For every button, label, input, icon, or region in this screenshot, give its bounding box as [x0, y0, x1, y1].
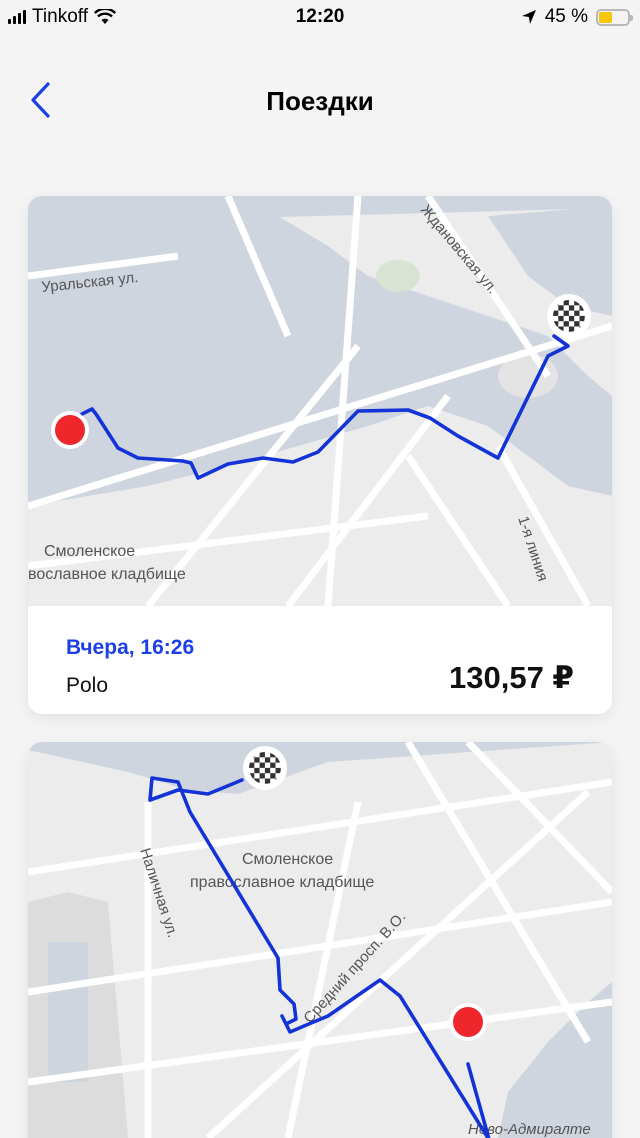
finish-flag-icon: [547, 294, 591, 338]
trip-date: Вчера, 16:26: [66, 636, 195, 659]
trip-map: Смоленское православное кладбище Налична…: [28, 742, 612, 1138]
map-area-label: Смоленское: [44, 543, 135, 560]
trip-price: 130,57 ₽: [449, 660, 574, 695]
finish-flag-icon: [243, 746, 287, 790]
map-area-label: православное кладбище: [190, 874, 374, 891]
trip-card[interactable]: Смоленское православное кладбище Налична…: [28, 742, 612, 1138]
map-area-label: вославное кладбище: [28, 566, 186, 583]
location-arrow-icon: [521, 10, 536, 24]
navigation-bar: Поездки: [0, 36, 640, 152]
status-bar: Tinkoff 12:20 45 %: [0, 0, 640, 36]
battery-percent: 45 %: [544, 6, 588, 27]
trip-card[interactable]: Уральская ул. Ждановская ул. Смоленское …: [28, 196, 612, 714]
status-right: 45 %: [521, 6, 633, 28]
page-title: Поездки: [266, 86, 374, 116]
trip-map: Уральская ул. Ждановская ул. Смоленское …: [28, 196, 612, 606]
battery-icon: [596, 8, 633, 26]
trip-info: Вчера, 16:26 Polo 130,57 ₽: [28, 606, 612, 714]
trip-car: Polo: [66, 674, 109, 697]
map-area-label: Смоленское: [242, 851, 333, 868]
